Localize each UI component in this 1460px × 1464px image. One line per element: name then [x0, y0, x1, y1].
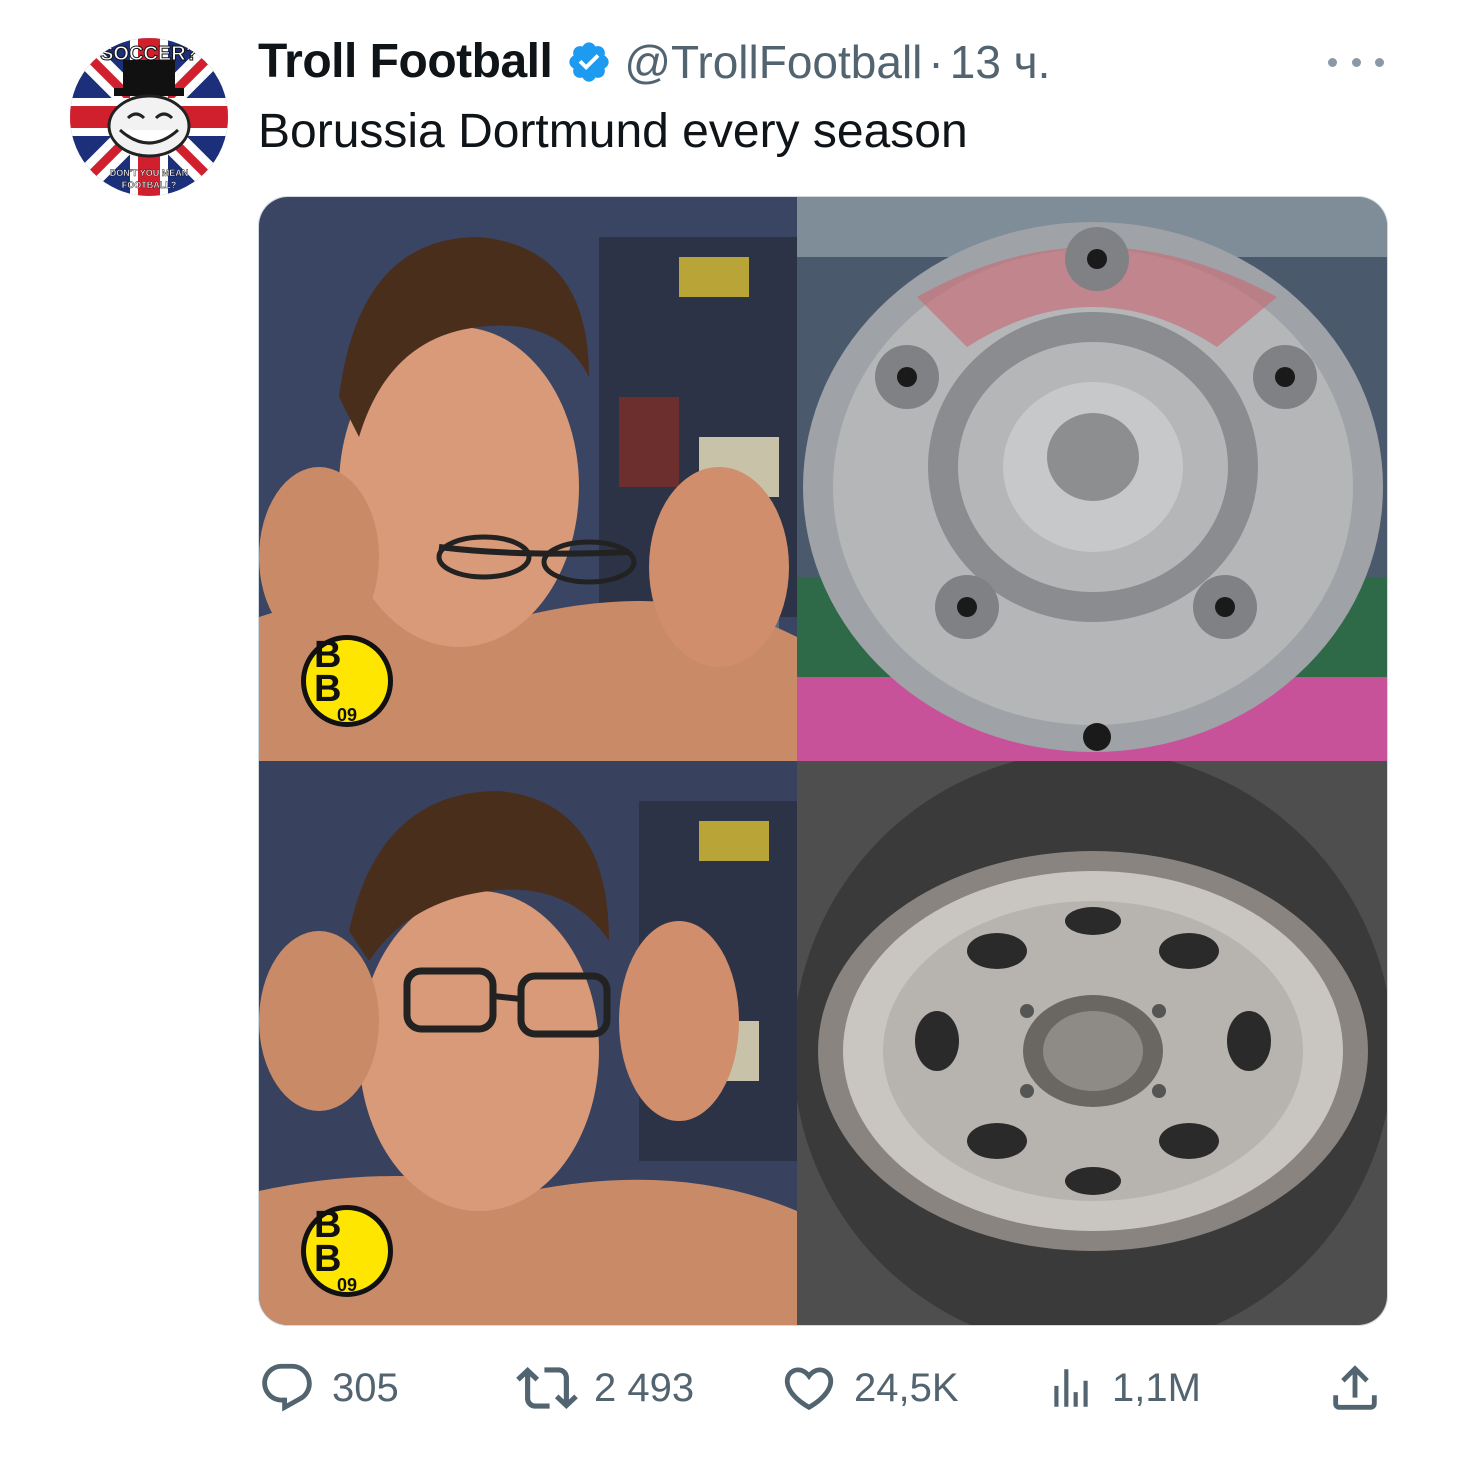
svg-text:FOOTBALL?: FOOTBALL?	[122, 180, 177, 190]
reply-button[interactable]: 305	[258, 1356, 399, 1420]
reply-count: 305	[332, 1365, 399, 1410]
retweet-icon	[516, 1367, 578, 1409]
bvb-logo-badge: B B 09	[301, 1205, 393, 1297]
views-count: 1,1M	[1112, 1365, 1201, 1410]
tweet-timestamp[interactable]: 13 ч.	[950, 35, 1051, 89]
share-icon	[1333, 1365, 1377, 1410]
reply-icon	[262, 1363, 312, 1412]
author-handle[interactable]: @TrollFootball	[624, 35, 922, 89]
separator: ·	[928, 35, 944, 88]
svg-text:SOCCER?: SOCCER?	[100, 43, 198, 65]
verified-badge-icon[interactable]	[566, 39, 612, 85]
author-avatar[interactable]: SOCCER? DON'T YOU MEAN FOOTBALL?	[70, 38, 228, 196]
panel-man-putting-on-glasses: B B 09	[259, 761, 797, 1325]
share-button[interactable]	[1326, 1356, 1400, 1420]
heart-icon	[784, 1367, 834, 1411]
bvb-logo-badge: B B 09	[301, 635, 393, 727]
panel-bundesliga-meisterschale-trophy	[797, 197, 1387, 761]
views-button[interactable]: 1,1M	[1046, 1356, 1201, 1420]
retweet-button[interactable]: 2 493	[516, 1356, 694, 1420]
panel-man-removing-glasses: B B 09	[259, 197, 797, 761]
svg-text:DON'T YOU MEAN: DON'T YOU MEAN	[110, 168, 188, 178]
tweet-actions: 305 2 493 24,5K 1,1M	[258, 1356, 1388, 1420]
panel-rusty-wheel-rim	[797, 761, 1387, 1325]
tweet-media[interactable]: B B 09 B B 09	[258, 196, 1388, 1326]
tweet-text: Borussia Dortmund every season	[258, 105, 968, 158]
more-options-icon[interactable]	[1328, 50, 1384, 74]
troll-face-union-jack-avatar: SOCCER? DON'T YOU MEAN FOOTBALL?	[70, 38, 228, 196]
retweet-count: 2 493	[594, 1365, 695, 1410]
tweet-header: Troll Football @TrollFootball · 13 ч.	[258, 34, 1050, 89]
analytics-icon	[1054, 1369, 1088, 1407]
like-button[interactable]: 24,5K	[780, 1356, 959, 1420]
like-count: 24,5K	[854, 1365, 959, 1410]
author-name[interactable]: Troll Football	[258, 34, 553, 89]
